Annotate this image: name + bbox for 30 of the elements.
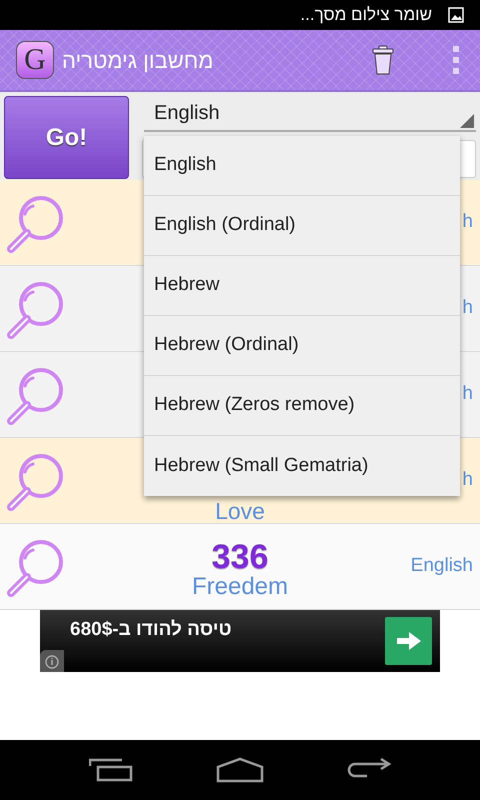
info-icon[interactable] — [40, 650, 64, 672]
home-icon[interactable] — [216, 757, 264, 783]
dropdown-option[interactable]: Hebrew — [144, 256, 460, 316]
result-language: h — [462, 468, 473, 492]
notification-text: שומר צילום מסך... — [300, 4, 432, 26]
dropdown-triangle-icon — [460, 114, 474, 128]
go-button[interactable]: Go! — [4, 96, 129, 179]
ad-arrow-button[interactable] — [385, 617, 432, 665]
gematria-value: 336 — [212, 540, 268, 574]
dropdown-option[interactable]: Hebrew (Zeros remove) — [144, 376, 460, 436]
overflow-menu-icon[interactable] — [452, 45, 460, 75]
app-logo: G — [16, 41, 54, 79]
result-language: h — [462, 296, 473, 320]
trash-icon[interactable] — [372, 45, 394, 75]
language-dropdown[interactable]: English — [144, 96, 476, 132]
dropdown-option[interactable]: Hebrew (Ordinal) — [144, 316, 460, 376]
dropdown-option[interactable]: English — [144, 136, 460, 196]
dropdown-option[interactable]: Hebrew (Small Gematria) — [144, 436, 460, 496]
dropdown-option[interactable]: English (Ordinal) — [144, 196, 460, 256]
ad-banner[interactable]: טיסה להודו ב-680$ — [40, 610, 440, 672]
result-word: Love — [215, 500, 265, 523]
result-word: Freedem — [192, 574, 288, 600]
app-title: מחשבון גימטריה — [62, 46, 214, 74]
recent-apps-icon[interactable] — [89, 758, 134, 782]
image-icon — [448, 7, 464, 23]
result-language: English — [410, 554, 473, 578]
arrow-icon — [396, 632, 420, 650]
result-language: h — [462, 210, 473, 234]
result-language: h — [462, 382, 473, 406]
ad-text: טיסה להודו ב-680$ — [70, 618, 232, 642]
